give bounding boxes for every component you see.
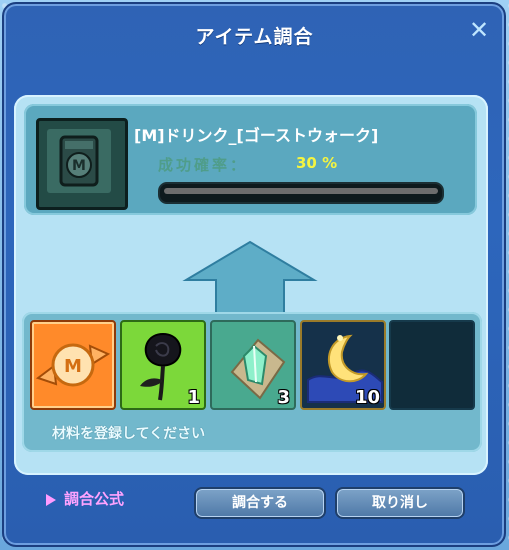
dialog-title: アイテム調合 — [195, 26, 314, 48]
candy-m-icon: M — [35, 343, 111, 387]
close-icon[interactable]: ✕ — [467, 18, 491, 42]
result-item-name: [M]ドリンク_[ゴーストウォーク] — [134, 126, 379, 145]
material-slot-5-empty[interactable] — [389, 320, 475, 410]
material-qty-4: 10 — [354, 387, 380, 408]
materials-hint: 材料を登録してください — [52, 426, 206, 442]
material-slot-1[interactable]: M — [30, 320, 116, 410]
progress-track — [164, 188, 438, 194]
material-slot-4[interactable]: 10 — [300, 320, 386, 410]
svg-text:M: M — [72, 158, 86, 174]
material-qty-2: 1 — [187, 387, 200, 408]
up-arrow-icon — [182, 240, 318, 320]
material-slot-2[interactable]: 1 — [120, 320, 206, 410]
play-triangle-icon — [46, 493, 56, 506]
combine-button[interactable]: 調合する — [194, 487, 326, 519]
svg-text:M: M — [64, 356, 82, 377]
combine-formula-label: 調合公式 — [64, 490, 125, 508]
cancel-button[interactable]: 取り消し — [335, 487, 465, 519]
combine-progress-bar — [158, 182, 444, 204]
combine-formula-link[interactable]: 調合公式 — [46, 488, 124, 510]
success-rate-label: 成功確率： — [158, 156, 249, 174]
material-qty-3: 3 — [277, 387, 290, 408]
result-item-slot: M — [36, 118, 128, 210]
drink-m-icon: M — [47, 129, 111, 193]
success-rate-value: 30 % — [296, 154, 338, 172]
material-slot-3[interactable]: 3 — [210, 320, 296, 410]
